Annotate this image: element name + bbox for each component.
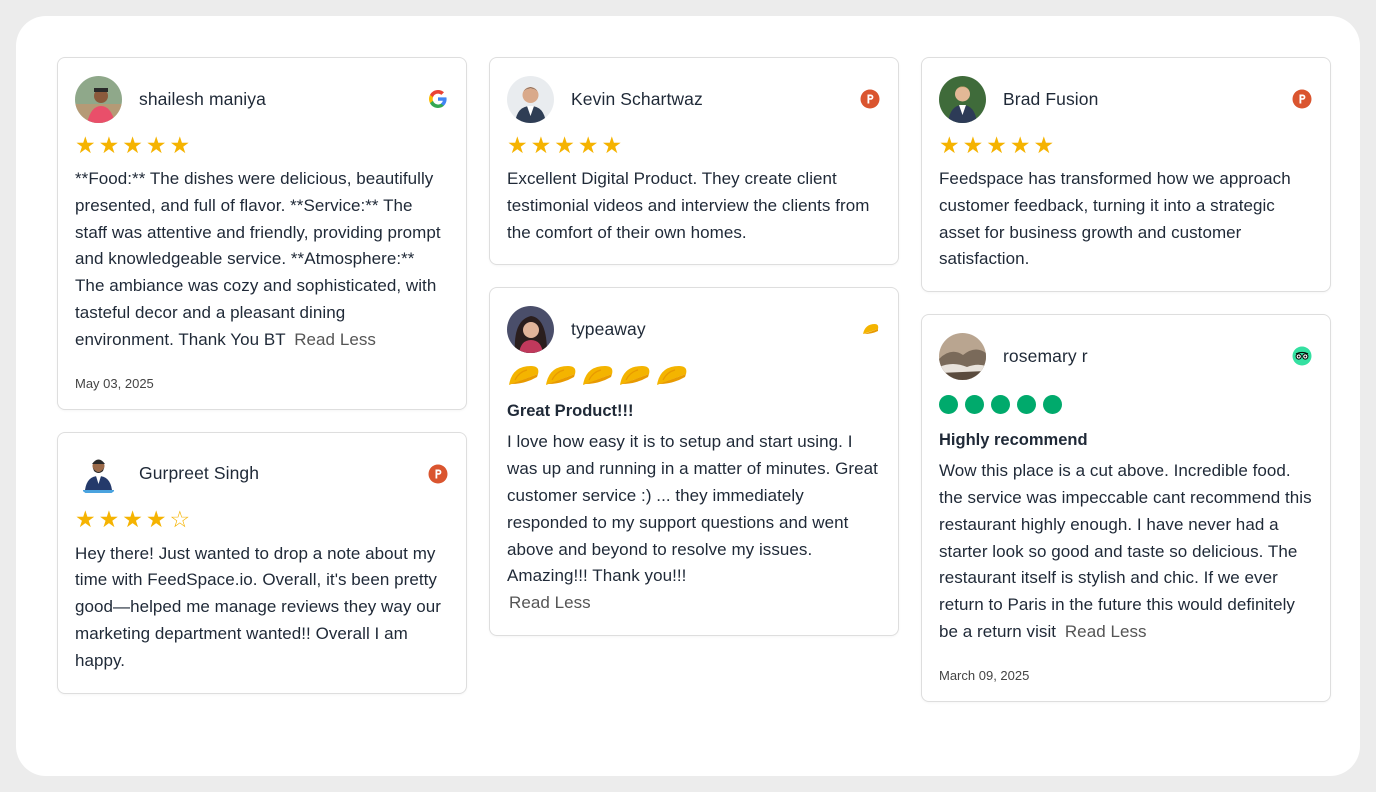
star-icon: ★ (1033, 131, 1055, 158)
star-outline-icon: ☆ (169, 506, 191, 533)
star-icon: ★ (577, 131, 599, 158)
bubble-rating (939, 391, 1312, 417)
taco-icon (581, 363, 614, 387)
taco-rating (507, 362, 880, 388)
star-icon: ★ (507, 131, 528, 158)
bubble-icon (991, 394, 1010, 414)
review-text: Hey there! Just wanted to drop a note ab… (75, 543, 441, 670)
review-text: **Food:** The dishes were delicious, bea… (75, 166, 448, 354)
taco-icon (544, 363, 577, 387)
taco-icon (860, 319, 880, 339)
review-column-2: Kevin Schartwaz ★ ★ ★ ★ ★ Excellent Digi… (489, 57, 899, 658)
google-icon (428, 89, 448, 109)
taco-icon (507, 363, 540, 387)
avatar (507, 305, 554, 353)
star-icon: ★ (75, 131, 96, 158)
review-text: Excellent Digital Product. They create c… (507, 169, 870, 242)
avatar (939, 75, 986, 123)
star-icon: ★ (145, 506, 167, 533)
review-card-rosemary-r[interactable]: rosemary r Highly recommend Wow this pla… (921, 314, 1331, 702)
star-icon: ★ (554, 131, 575, 158)
avatar (507, 75, 554, 123)
review-column-1: shailesh maniya ★ ★ ★ ★ ★ **Food:** The … (57, 57, 467, 716)
review-card-brad-fusion[interactable]: Brad Fusion ★ ★ ★ ★ ★ Feedspace has tran… (921, 57, 1331, 293)
star-icon: ★ (962, 131, 984, 158)
star-icon: ★ (939, 131, 960, 158)
review-header: Gurpreet Singh (75, 450, 448, 498)
review-text: Feedspace has transformed how we approac… (939, 169, 1291, 269)
review-card-typeaway[interactable]: typeaway Great Product!!! I love how eas… (489, 287, 899, 636)
reviewer-name: Brad Fusion (1003, 88, 1099, 109)
review-date: May 03, 2025 (75, 375, 154, 391)
read-less-link[interactable]: Read Less (1065, 622, 1147, 641)
review-text-content: **Food:** The dishes were delicious, bea… (75, 169, 441, 349)
star-icon: ★ (122, 506, 143, 533)
review-header: shailesh maniya (75, 75, 448, 123)
review-text: I love how easy it is to setup and start… (507, 429, 880, 617)
reviewer-name: shailesh maniya (139, 88, 266, 109)
review-header: typeaway (507, 305, 880, 353)
review-date: March 09, 2025 (939, 667, 1030, 683)
star-icon: ★ (98, 131, 120, 158)
review-card-shailesh-maniya[interactable]: shailesh maniya ★ ★ ★ ★ ★ **Food:** The … (57, 57, 467, 410)
tripadvisor-icon (1292, 346, 1312, 366)
producthunt-icon (860, 89, 880, 109)
star-rating: ★ ★ ★ ★ ★ (507, 132, 880, 158)
star-rating: ★ ★ ★ ★ ★ (75, 132, 448, 158)
bubble-icon (1017, 394, 1036, 414)
reviewer-name: typeaway (571, 318, 646, 339)
star-rating: ★ ★ ★ ★ ★ (939, 132, 1312, 158)
star-icon: ★ (1009, 131, 1031, 158)
star-icon: ★ (986, 131, 1007, 158)
avatar (939, 332, 986, 380)
review-header: rosemary r (939, 332, 1312, 380)
bubble-icon (965, 394, 984, 414)
star-icon: ★ (169, 131, 191, 158)
producthunt-icon (1292, 89, 1312, 109)
taco-icon (618, 363, 651, 387)
star-icon: ★ (98, 506, 120, 533)
review-text: Wow this place is a cut above. Incredibl… (939, 458, 1312, 646)
star-icon: ★ (122, 131, 143, 158)
reviewer-name: Gurpreet Singh (139, 463, 260, 484)
reviewer-name: Kevin Schartwaz (571, 88, 703, 109)
testimonial-wall: shailesh maniya ★ ★ ★ ★ ★ **Food:** The … (16, 16, 1360, 776)
review-title: Highly recommend (939, 431, 1088, 450)
avatar (75, 450, 122, 498)
star-icon: ★ (75, 506, 96, 533)
read-less-link[interactable]: Read Less (294, 330, 376, 349)
review-card-gurpreet-singh[interactable]: Gurpreet Singh ★ ★ ★ ★ ☆ Hey there! Just… (57, 431, 467, 694)
reviewer-name: rosemary r (1003, 345, 1088, 366)
taco-icon (655, 363, 688, 387)
star-icon: ★ (601, 131, 623, 158)
star-rating: ★ ★ ★ ★ ☆ (75, 507, 448, 533)
producthunt-icon (428, 464, 448, 484)
bubble-icon (1043, 394, 1062, 414)
review-text-content: Wow this place is a cut above. Incredibl… (939, 461, 1312, 641)
avatar (75, 75, 122, 123)
read-less-link[interactable]: Read Less (509, 593, 591, 612)
review-header: Kevin Schartwaz (507, 75, 880, 123)
star-icon: ★ (145, 131, 167, 158)
review-title: Great Product!!! (507, 402, 634, 421)
review-text-content: I love how easy it is to setup and start… (507, 432, 878, 586)
review-header: Brad Fusion (939, 75, 1312, 123)
star-icon: ★ (530, 131, 552, 158)
review-card-kevin-schartwaz[interactable]: Kevin Schartwaz ★ ★ ★ ★ ★ Excellent Digi… (489, 57, 899, 266)
bubble-icon (939, 394, 958, 414)
review-column-3: Brad Fusion ★ ★ ★ ★ ★ Feedspace has tran… (921, 57, 1331, 724)
